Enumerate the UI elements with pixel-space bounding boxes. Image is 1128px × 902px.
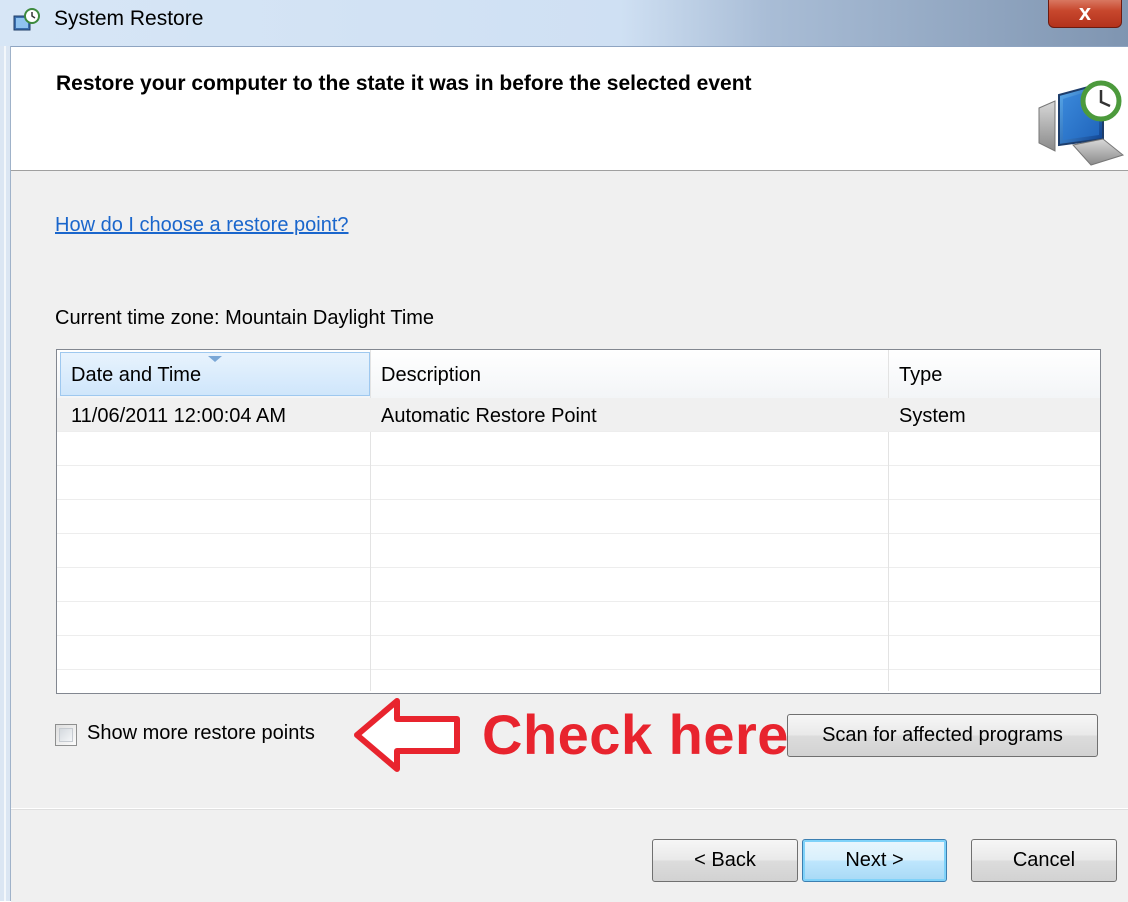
table-row[interactable]: 11/06/2011 12:00:04 AM Automatic Restore… (57, 398, 1100, 432)
close-button[interactable]: x (1048, 0, 1122, 28)
empty-row (57, 534, 1100, 568)
window-title: System Restore (54, 7, 204, 30)
restore-points-list[interactable]: Date and Time Description Type 11/06/201… (56, 349, 1101, 694)
checkbox-box[interactable] (55, 724, 77, 746)
column-header-date[interactable]: Date and Time (60, 350, 370, 398)
empty-row (57, 636, 1100, 670)
page-heading: Restore your computer to the state it wa… (56, 72, 752, 95)
empty-row (57, 500, 1100, 534)
column-header-description[interactable]: Description (370, 350, 888, 398)
wizard-header: Restore your computer to the state it wa… (11, 47, 1128, 171)
cell-type: System (899, 405, 966, 427)
back-button[interactable]: < Back (652, 839, 798, 882)
next-button[interactable]: Next > (802, 839, 947, 882)
system-restore-icon (13, 8, 40, 31)
cell-date: 11/06/2011 12:00:04 AM (71, 405, 286, 427)
system-restore-large-icon (1038, 80, 1125, 166)
help-link[interactable]: How do I choose a restore point? (55, 214, 349, 237)
empty-row (57, 432, 1100, 466)
title-bar: System Restore x (0, 0, 1128, 47)
column-grid-line (370, 432, 371, 691)
column-divider[interactable] (370, 350, 371, 398)
column-grid-line (888, 432, 889, 691)
cancel-button[interactable]: Cancel (971, 839, 1117, 882)
annotation-arrow-icon (354, 698, 460, 772)
empty-row (57, 568, 1100, 602)
annotation-text: Check here (482, 703, 789, 766)
column-header-type[interactable]: Type (888, 350, 1100, 398)
cell-description: Automatic Restore Point (381, 405, 597, 427)
column-divider[interactable] (888, 350, 889, 398)
empty-row (57, 602, 1100, 636)
empty-row (57, 466, 1100, 500)
window-frame-left (0, 46, 11, 901)
list-header: Date and Time Description Type (57, 350, 1100, 399)
checkbox-label[interactable]: Show more restore points (87, 722, 315, 745)
wizard-footer: < Back Next > Cancel (11, 809, 1128, 902)
scan-affected-programs-button[interactable]: Scan for affected programs (787, 714, 1098, 757)
timezone-label: Current time zone: Mountain Daylight Tim… (55, 307, 435, 329)
